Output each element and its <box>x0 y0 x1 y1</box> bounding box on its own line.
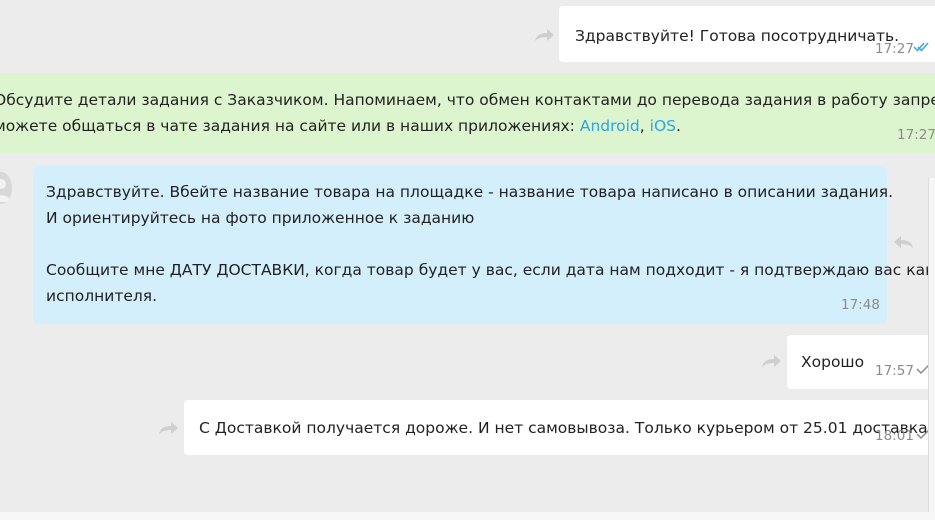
avatar[interactable] <box>0 172 12 204</box>
notice-text: можете общаться в чате задания на сайте … <box>0 117 580 135</box>
message-time: 17:27 <box>897 127 935 143</box>
message-outgoing: Здравствуйте! Готова посотрудничать. 17:… <box>559 6 935 62</box>
forward-icon[interactable] <box>533 27 555 43</box>
message-outgoing: С Доставкой получается дороже. И нет сам… <box>184 400 935 455</box>
separator: , <box>639 117 650 135</box>
message-text: Хорошо <box>801 353 865 371</box>
message-text: С Доставкой получается дороже. И нет сам… <box>199 419 928 437</box>
user-icon <box>0 179 11 202</box>
scrollbar[interactable] <box>928 178 935 520</box>
message-line: И ориентируйтесь на фото приложенное к з… <box>46 209 475 227</box>
chat-window: Здравствуйте! Готова посотрудничать. 17:… <box>0 0 935 520</box>
message-outgoing: Хорошо 17:57 <box>787 335 935 389</box>
message-incoming: Здравствуйте. Вбейте название товара на … <box>33 166 934 324</box>
forward-icon[interactable] <box>157 420 179 436</box>
message-line <box>46 231 934 257</box>
message-time: 18:01 <box>875 428 914 444</box>
ios-link[interactable]: iOS <box>650 117 676 135</box>
message-line: Здравствуйте. Вбейте название товара на … <box>46 183 893 201</box>
message-line: исполнителя. <box>46 287 158 305</box>
reply-icon[interactable] <box>893 234 915 250</box>
message-time: 17:27 <box>875 41 914 57</box>
message-text: Здравствуйте! Готова посотрудничать. <box>575 27 900 45</box>
double-check-icon <box>913 42 929 52</box>
notice-line: можете общаться в чате задания на сайте … <box>0 113 681 139</box>
system-notice: Обсудите детали задания с Заказчиком. На… <box>0 73 935 154</box>
composer-edge <box>0 512 935 520</box>
forward-icon[interactable] <box>760 353 782 369</box>
notice-line: Обсудите детали задания с Заказчиком. На… <box>0 91 935 109</box>
message-text: Здравствуйте. Вбейте название товара на … <box>46 179 934 309</box>
message-time: 17:57 <box>875 363 914 379</box>
message-line: Сообщите мне ДАТУ ДОСТАВКИ, когда товар … <box>46 261 935 279</box>
period: . <box>676 117 681 135</box>
message-time: 17:48 <box>841 297 880 313</box>
android-link[interactable]: Android <box>580 117 640 135</box>
